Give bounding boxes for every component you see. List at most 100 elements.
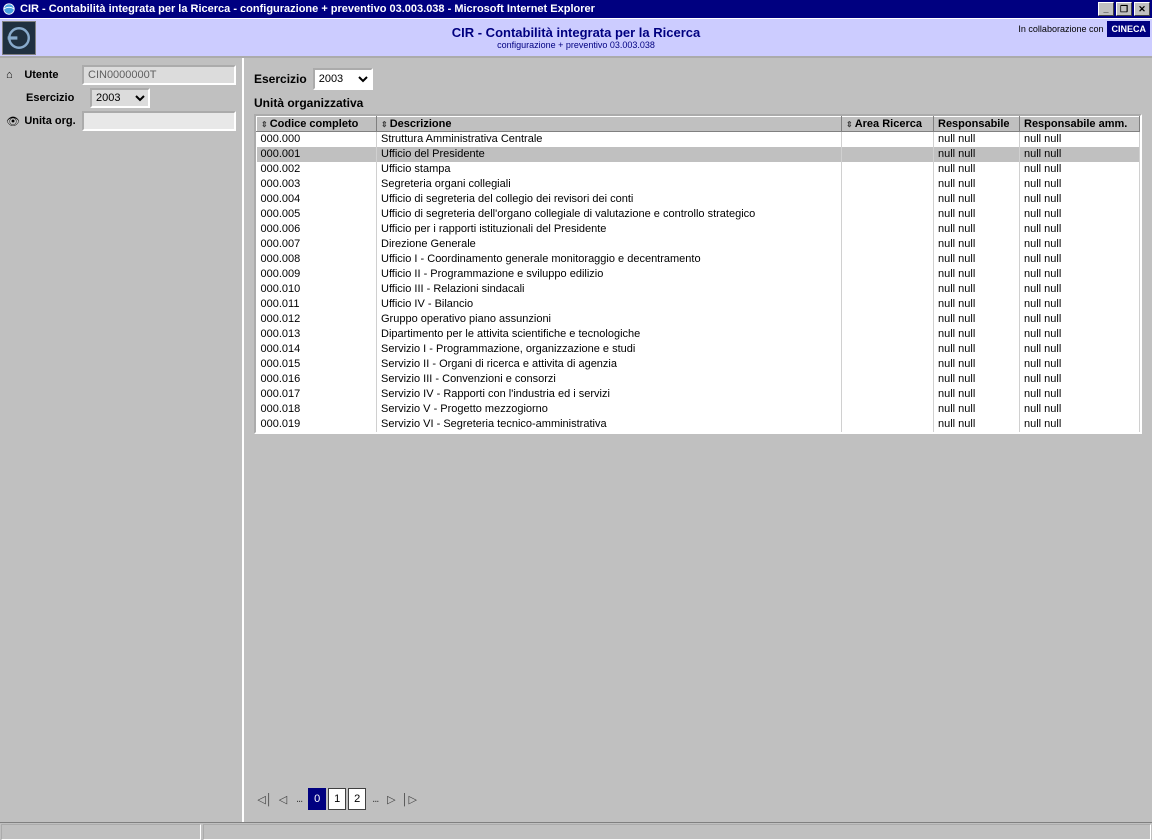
content-esercizio-label: Esercizio [254,72,307,86]
cell-codice: 000.015 [257,357,377,372]
cell-codice: 000.018 [257,402,377,417]
table-row[interactable]: 000.014Servizio I - Programmazione, orga… [257,342,1140,357]
table-row[interactable]: 000.011Ufficio IV - Bilancionull nullnul… [257,297,1140,312]
col-resp-amm[interactable]: Responsabile amm. [1020,117,1140,132]
cell-codice: 000.009 [257,267,377,282]
cell-resp_amm: null null [1020,402,1140,417]
cell-resp: null null [934,267,1020,282]
pager-page[interactable]: 0 [308,788,326,810]
table-row[interactable]: 000.003Segreteria organi collegialinull … [257,177,1140,192]
cell-codice: 000.006 [257,222,377,237]
cell-resp_amm: null null [1020,177,1140,192]
cell-area [842,327,934,342]
cell-resp_amm: null null [1020,252,1140,267]
close-button[interactable]: ✕ [1134,2,1150,16]
cell-descrizione: Servizio III - Convenzioni e consorzi [377,372,842,387]
cell-descrizione: Direzione Generale [377,237,842,252]
pager-page[interactable]: 1 [328,788,346,810]
cell-codice: 000.019 [257,417,377,432]
sort-icon: ⇕ [846,120,853,129]
cell-codice: 000.013 [257,327,377,342]
table-row[interactable]: 000.019Servizio VI - Segreteria tecnico-… [257,417,1140,432]
pager-prev[interactable]: ◁ [276,790,290,808]
cell-descrizione: Servizio VI - Segreteria tecnico-amminis… [377,417,842,432]
cell-descrizione: Struttura Amministrativa Centrale [377,132,842,148]
cell-descrizione: Dipartimento per le attivita scientifich… [377,327,842,342]
content-area: Esercizio 2003 Unità organizzativa ⇕Codi… [244,58,1152,822]
table-row[interactable]: 000.006Ufficio per i rapporti istituzion… [257,222,1140,237]
table-row[interactable]: 000.015Servizio II - Organi di ricerca e… [257,357,1140,372]
col-resp[interactable]: Responsabile [934,117,1020,132]
cell-descrizione: Servizio I - Programmazione, organizzazi… [377,342,842,357]
cell-codice: 000.005 [257,207,377,222]
table-row[interactable]: 000.010Ufficio III - Relazioni sindacali… [257,282,1140,297]
cell-area [842,177,934,192]
cell-resp: null null [934,312,1020,327]
cell-resp: null null [934,237,1020,252]
content-esercizio-select[interactable]: 2003 [313,68,373,90]
partner-logo: CINECA [1107,21,1150,37]
maximize-button[interactable]: ❐ [1116,2,1132,16]
table-row[interactable]: 000.005Ufficio di segreteria dell'organo… [257,207,1140,222]
pager-last[interactable]: │▷ [402,790,416,808]
cell-resp: null null [934,252,1020,267]
cell-codice: 000.017 [257,387,377,402]
esercizio-select-side[interactable]: 2003 [90,88,150,108]
cell-resp: null null [934,222,1020,237]
pager-dots: ... [294,793,304,805]
status-cell [203,824,1151,840]
cell-resp_amm: null null [1020,282,1140,297]
pager-first[interactable]: ◁│ [258,790,272,808]
cell-area [842,207,934,222]
cell-resp: null null [934,207,1020,222]
minimize-button[interactable]: _ [1098,2,1114,16]
table-row[interactable]: 000.004Ufficio di segreteria del collegi… [257,192,1140,207]
table-row[interactable]: 000.018Servizio V - Progetto mezzogiorno… [257,402,1140,417]
window-title: CIR - Contabilità integrata per la Ricer… [20,3,1098,15]
cell-area [842,132,934,148]
cell-resp_amm: null null [1020,357,1140,372]
home-icon: ⌂ [6,69,20,81]
cell-resp_amm: null null [1020,297,1140,312]
cell-resp: null null [934,327,1020,342]
cell-resp_amm: null null [1020,147,1140,162]
table-row[interactable]: 000.013Dipartimento per le attivita scie… [257,327,1140,342]
pager-next[interactable]: ▷ [384,790,398,808]
cell-area [842,222,934,237]
table-row[interactable]: 000.002Ufficio stampanull nullnull null [257,162,1140,177]
unita-input[interactable] [82,111,236,131]
cell-resp_amm: null null [1020,207,1140,222]
cell-area [842,252,934,267]
unita-label: Unita org. [24,115,78,127]
cell-codice: 000.008 [257,252,377,267]
cell-area [842,372,934,387]
table-row[interactable]: 000.009Ufficio II - Programmazione e svi… [257,267,1140,282]
cell-codice: 000.004 [257,192,377,207]
col-descrizione[interactable]: ⇕Descrizione [377,117,842,132]
cell-resp_amm: null null [1020,327,1140,342]
cell-area [842,402,934,417]
titlebar: CIR - Contabilità integrata per la Ricer… [0,0,1152,18]
cell-resp_amm: null null [1020,267,1140,282]
col-codice[interactable]: ⇕Codice completo [257,117,377,132]
table-row[interactable]: 000.016Servizio III - Convenzioni e cons… [257,372,1140,387]
pager-dots: ... [370,793,380,805]
cell-descrizione: Ufficio di segreteria dell'organo colleg… [377,207,842,222]
table-row[interactable]: 000.008Ufficio I - Coordinamento general… [257,252,1140,267]
table-row[interactable]: 000.012Gruppo operativo piano assunzioni… [257,312,1140,327]
table-row[interactable]: 000.007Direzione Generalenull nullnull n… [257,237,1140,252]
cell-resp_amm: null null [1020,192,1140,207]
cell-area [842,297,934,312]
table-row[interactable]: 000.001Ufficio del Presidentenull nullnu… [257,147,1140,162]
table-row[interactable]: 000.017Servizio IV - Rapporti con l'indu… [257,387,1140,402]
cell-area [842,147,934,162]
table-row[interactable]: 000.000Struttura Amministrativa Centrale… [257,132,1140,148]
collab-label: In collaborazione con [1018,24,1103,34]
statusbar [0,822,1152,840]
cell-codice: 000.014 [257,342,377,357]
col-area[interactable]: ⇕Area Ricerca [842,117,934,132]
cell-descrizione: Ufficio stampa [377,162,842,177]
cell-resp_amm: null null [1020,222,1140,237]
utente-input[interactable] [82,65,236,85]
pager-page[interactable]: 2 [348,788,366,810]
